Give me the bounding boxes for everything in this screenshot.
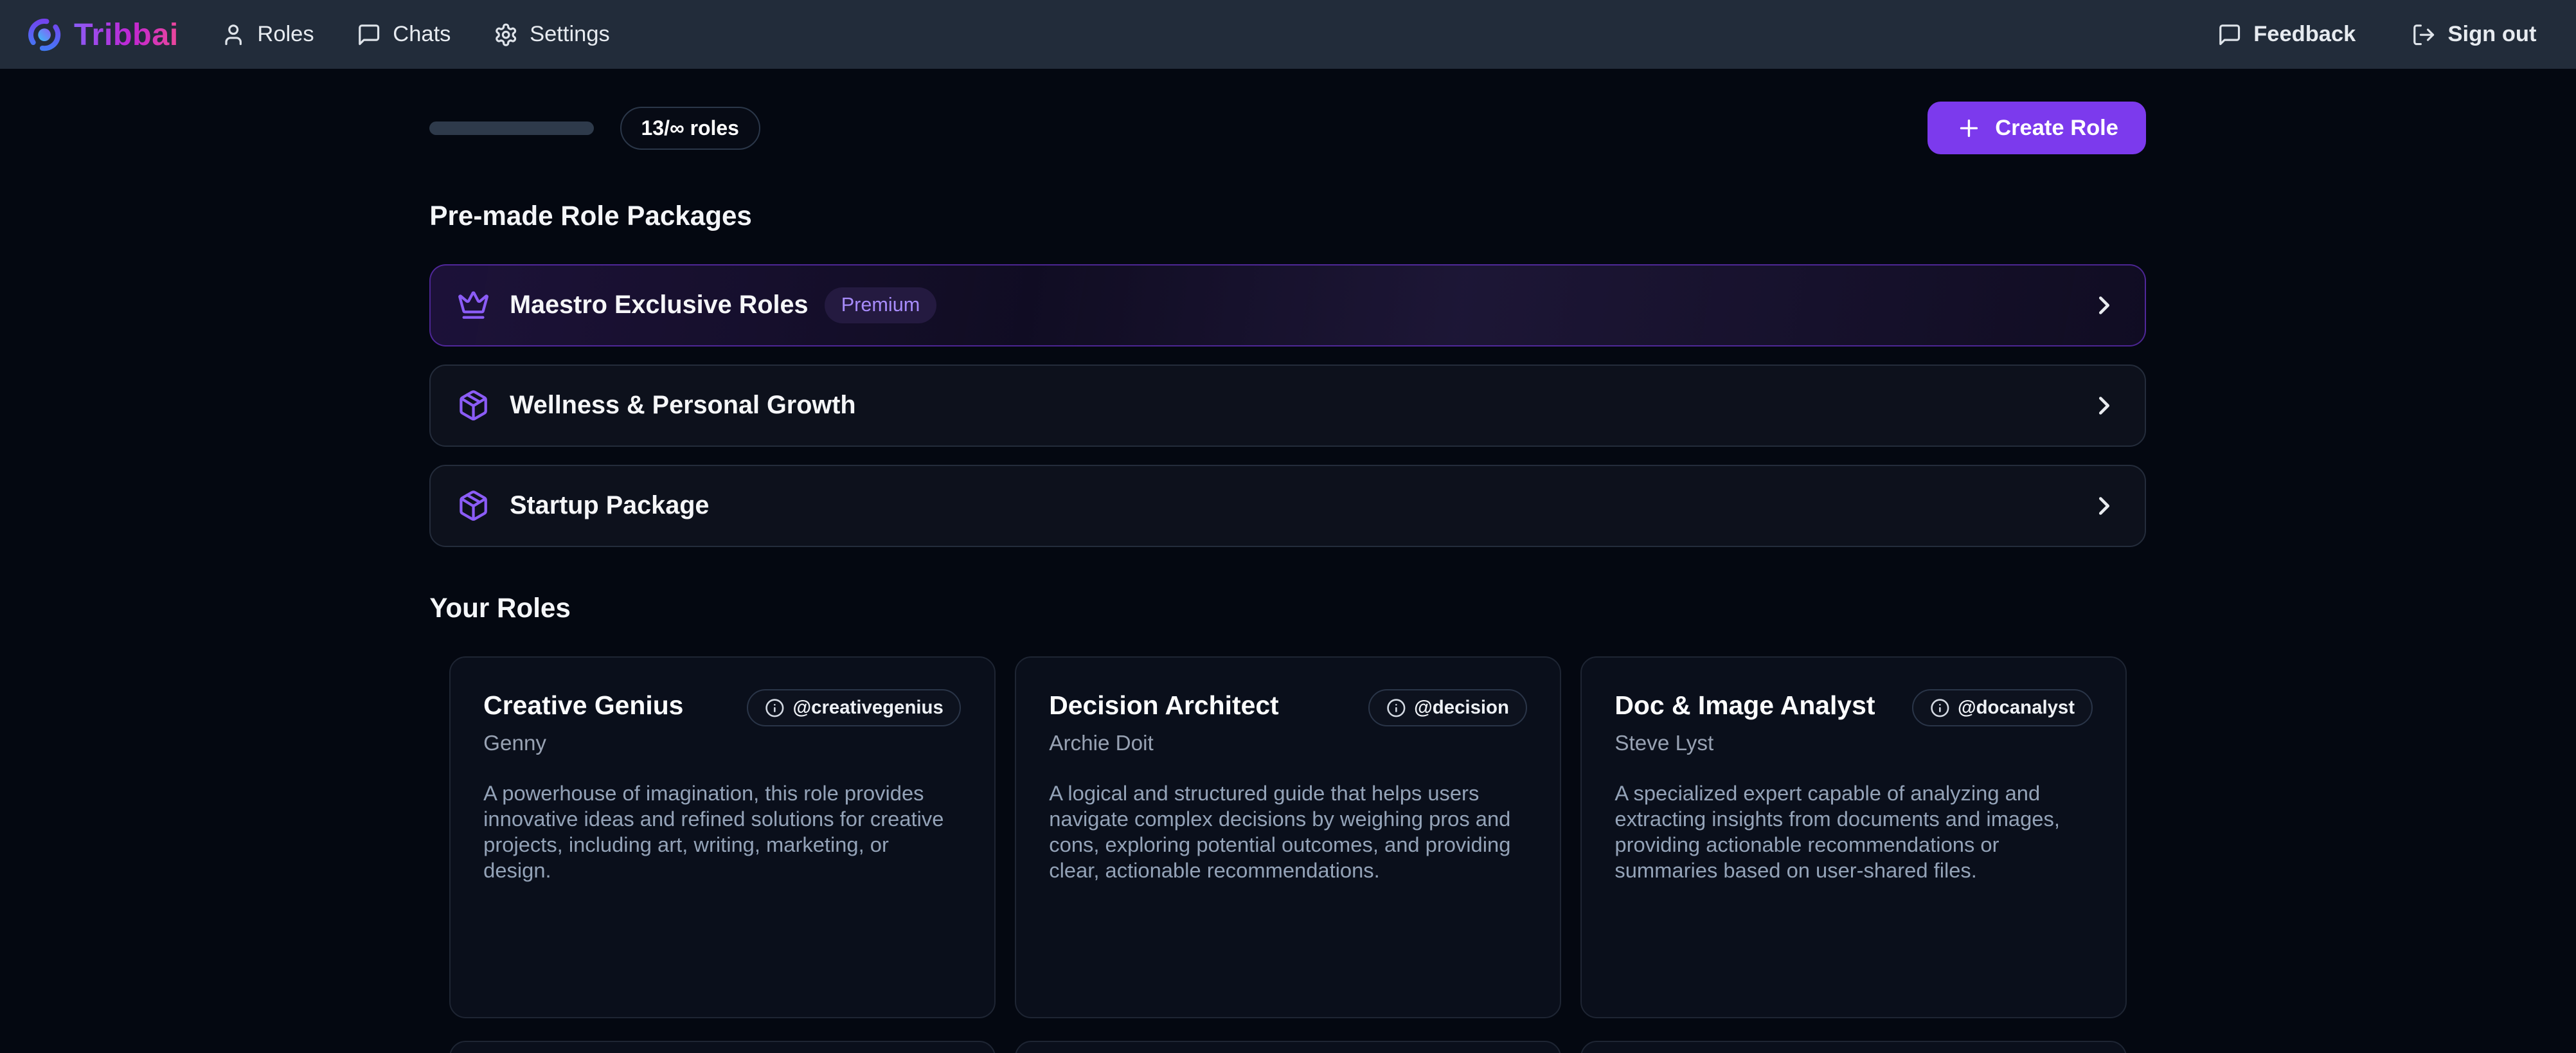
nav-item-chats[interactable]: Chats [357, 22, 451, 47]
role-handle: @docanalyst [1958, 697, 2075, 719]
top-navigation-bar: Tribbai Roles Chats [0, 0, 2576, 69]
premium-badge: Premium [825, 287, 936, 323]
package-title: Maestro Exclusive Roles [510, 291, 809, 320]
main-content: 13/∞ roles Create Role Pre-made Role Pac… [429, 102, 2146, 1053]
roles-page: Tribbai Roles Chats [0, 0, 2576, 1053]
create-role-label: Create Role [1995, 116, 2118, 141]
package-row-startup[interactable]: Startup Package [429, 465, 2146, 547]
role-handle: @creativegenius [792, 697, 943, 719]
info-icon [1930, 698, 1950, 718]
role-card-description: A logical and structured guide that help… [1049, 780, 1526, 883]
role-card-description: A powerhouse of imagination, this role p… [483, 780, 961, 883]
roles-usage-progress-bar [429, 122, 594, 134]
role-card-partial[interactable] [1015, 1041, 1561, 1053]
roles-cards-grid: Creative Genius @creativegenius Genny A … [429, 656, 2146, 1053]
role-card-description: A specialized expert capable of analyzin… [1614, 780, 2092, 883]
role-handle-badge[interactable]: @creativegenius [747, 689, 961, 726]
info-icon [1386, 698, 1406, 718]
package-title: Startup Package [510, 491, 709, 520]
package-title: Wellness & Personal Growth [510, 391, 856, 420]
chevron-right-icon [2089, 291, 2119, 320]
package-icon [457, 489, 490, 522]
brand-name: Tribbai [74, 17, 179, 53]
role-card-doc-image-analyst[interactable]: Doc & Image Analyst @docanalyst Steve Ly… [1580, 656, 2126, 1018]
role-handle-badge[interactable]: @docanalyst [1912, 689, 2093, 726]
chat-bubble-icon [357, 22, 381, 47]
nav-label: Chats [393, 22, 451, 47]
nav-item-roles[interactable]: Roles [221, 22, 314, 47]
role-handle-badge[interactable]: @decision [1368, 689, 1526, 726]
role-card-partial[interactable] [449, 1041, 995, 1053]
roles-toolbar: 13/∞ roles Create Role [429, 102, 2146, 154]
info-icon [765, 698, 785, 718]
create-role-button[interactable]: Create Role [1928, 102, 2146, 154]
package-icon [457, 389, 490, 422]
chevron-right-icon [2089, 391, 2119, 420]
chevron-right-icon [2089, 491, 2119, 521]
brand-logo-link[interactable]: Tribbai [26, 17, 179, 53]
package-row-wellness[interactable]: Wellness & Personal Growth [429, 364, 2146, 447]
role-card-subtitle: Archie Doit [1049, 732, 1526, 756]
nav-item-settings[interactable]: Settings [494, 22, 610, 47]
packages-section-title: Pre-made Role Packages [429, 201, 2146, 231]
tribbai-logo-icon [26, 17, 62, 53]
role-card-title: Creative Genius [483, 689, 683, 722]
nav-menu: Roles Chats Settings [221, 22, 610, 47]
user-icon [221, 22, 246, 47]
role-card-title: Doc & Image Analyst [1614, 689, 1875, 722]
role-card-title: Decision Architect [1049, 689, 1278, 722]
feedback-bubble-icon [2217, 22, 2242, 47]
role-card-decision-architect[interactable]: Decision Architect @decision Archie Doit… [1015, 656, 1561, 1018]
role-card-subtitle: Genny [483, 732, 961, 756]
nav-label: Sign out [2447, 22, 2536, 47]
nav-right-actions: Feedback Sign out [2217, 22, 2536, 47]
roles-count-badge: 13/∞ roles [620, 107, 760, 149]
role-card-partial[interactable] [1580, 1041, 2126, 1053]
role-card-subtitle: Steve Lyst [1614, 732, 2092, 756]
role-card-creative-genius[interactable]: Creative Genius @creativegenius Genny A … [449, 656, 995, 1018]
nav-label: Settings [530, 22, 610, 47]
crown-icon [457, 289, 490, 321]
feedback-button[interactable]: Feedback [2217, 22, 2356, 47]
your-roles-section-title: Your Roles [429, 593, 2146, 624]
role-handle: @decision [1414, 697, 1509, 719]
sign-out-button[interactable]: Sign out [2411, 22, 2536, 47]
plus-icon [1956, 115, 1982, 141]
log-out-icon [2411, 22, 2436, 47]
nav-label: Roles [257, 22, 314, 47]
gear-icon [494, 22, 518, 47]
nav-label: Feedback [2253, 22, 2356, 47]
package-row-maestro[interactable]: Maestro Exclusive Roles Premium [429, 264, 2146, 346]
